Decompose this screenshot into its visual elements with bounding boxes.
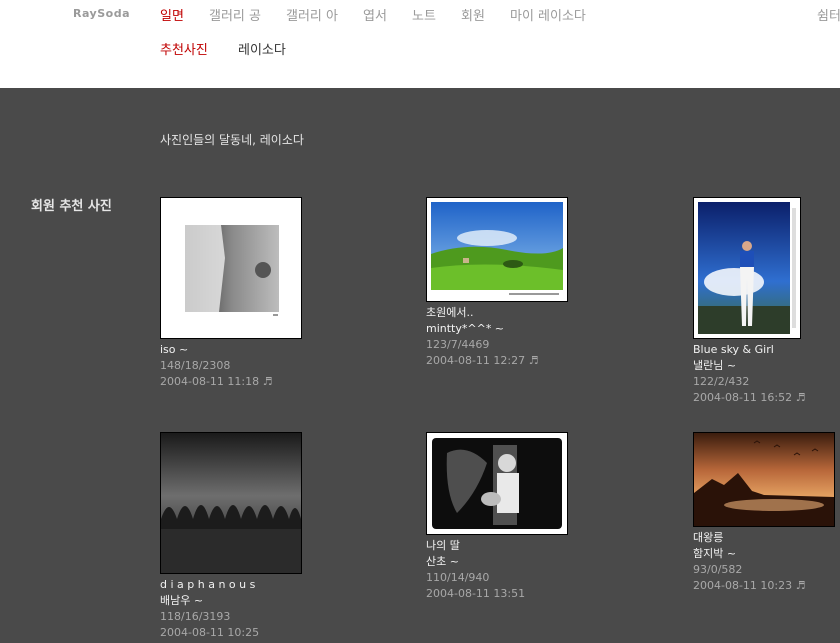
subnav-recommended[interactable]: 추천사진 [160, 39, 208, 58]
photo-author[interactable]: 산초 ~ [426, 554, 568, 570]
photo-thumbnail[interactable] [160, 432, 302, 574]
nav-my-raysoda[interactable]: 마이 레이소다 [510, 5, 586, 24]
photo-author[interactable]: 배남우 ~ [160, 593, 302, 609]
photo-stats: 118/16/3193 [160, 610, 231, 623]
photo-card: iso ~ 148/18/2308 2004-08-11 11:18 ♬ [160, 197, 302, 390]
photo-date: 2004-08-11 16:52 [693, 391, 793, 404]
photo-title[interactable]: d i a p h a n o u s [160, 577, 302, 593]
photo-thumbnail[interactable] [160, 197, 302, 339]
photo-stats: 123/7/4469 [426, 338, 490, 351]
subnav-raysoda[interactable]: 레이소다 [238, 39, 286, 58]
photo-date: 2004-08-11 12:27 [426, 354, 526, 367]
music-note-icon: ♬ [795, 579, 806, 592]
photo-title[interactable]: Blue sky & Girl [693, 342, 806, 358]
site-logo[interactable]: RaySoda [73, 7, 130, 20]
photo-image [694, 433, 834, 526]
photo-author[interactable]: mintty*^^* ~ [426, 321, 568, 337]
music-note-icon: ♬ [528, 354, 539, 367]
photo-card: 대왕릉 함지박 ~ 93/0/582 2004-08-11 10:23 ♬ [693, 432, 835, 594]
photo-card: 초원에서.. mintty*^^* ~ 123/7/4469 2004-08-1… [426, 197, 568, 369]
photo-date: 2004-08-11 10:23 [693, 579, 793, 592]
photo-date: 2004-08-11 11:18 [160, 375, 260, 388]
photo-thumbnail[interactable] [426, 432, 568, 535]
photo-title[interactable]: 나의 딸 [426, 538, 568, 554]
photo-image [694, 198, 800, 338]
photo-image [161, 198, 301, 338]
photo-stats: 93/0/582 [693, 563, 743, 576]
photo-image [427, 433, 567, 534]
nav-notes[interactable]: 노트 [412, 5, 436, 24]
photo-title[interactable]: iso ~ [160, 342, 302, 358]
photo-author[interactable]: 함지박 ~ [693, 546, 835, 562]
photo-date: 2004-08-11 10:25 [160, 626, 260, 639]
section-title: 회원 추천 사진 [31, 199, 112, 214]
photo-title[interactable]: 초원에서.. [426, 305, 568, 321]
music-note-icon: ♬ [262, 375, 273, 388]
photo-thumbnail[interactable] [693, 432, 835, 527]
nav-members[interactable]: 회원 [461, 5, 485, 24]
music-note-icon: ♬ [795, 391, 806, 404]
nav-gallery-1[interactable]: 갤러리 공 [209, 5, 261, 24]
photo-stats: 148/18/2308 [160, 359, 231, 372]
photo-image [427, 198, 567, 301]
photo-stats: 122/2/432 [693, 375, 750, 388]
photo-card: d i a p h a n o u s 배남우 ~ 118/16/3193 20… [160, 432, 302, 641]
site-tagline: 사진인들의 달동네, 레이소다 [160, 133, 304, 147]
photo-thumbnail[interactable] [426, 197, 568, 302]
photo-image [161, 433, 301, 573]
photo-card: Blue sky & Girl 낼란님 ~ 122/2/432 2004-08-… [693, 197, 806, 406]
nav-lounge[interactable]: 쉼터 [817, 5, 840, 24]
photo-thumbnail[interactable] [693, 197, 801, 339]
nav-gallery-2[interactable]: 갤러리 아 [286, 5, 338, 24]
photo-date: 2004-08-11 13:51 [426, 587, 526, 600]
photo-card: 나의 딸 산초 ~ 110/14/940 2004-08-11 13:51 [426, 432, 568, 602]
nav-postcard[interactable]: 엽서 [363, 5, 387, 24]
nav-home[interactable]: 일면 [160, 5, 184, 24]
photo-stats: 110/14/940 [426, 571, 490, 584]
photo-author[interactable]: 낼란님 ~ [693, 358, 806, 374]
top-navigation-bar: RaySoda 일면 갤러리 공 갤러리 아 엽서 노트 회원 마이 레이소다 … [0, 0, 840, 88]
photo-title[interactable]: 대왕릉 [693, 530, 835, 546]
